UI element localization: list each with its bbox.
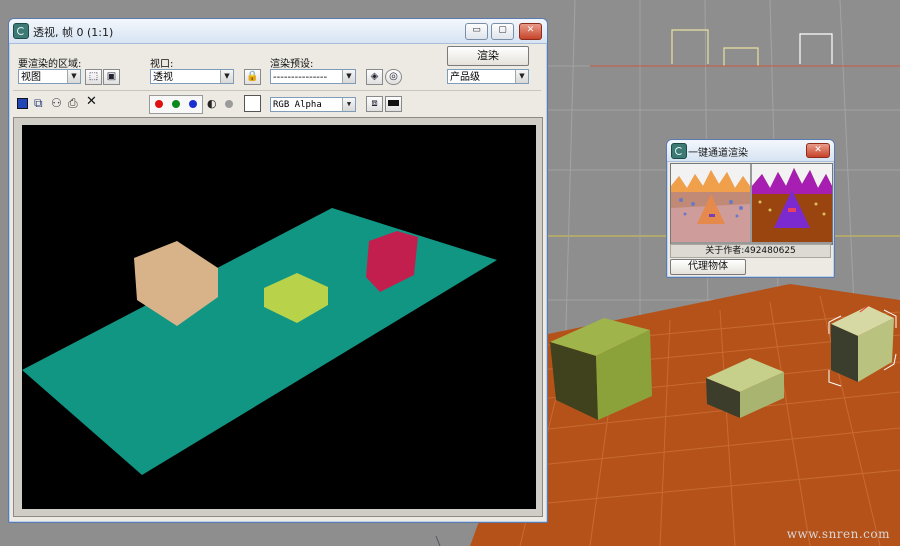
channel-display-dropdown[interactable]: RGB Alpha ▼ (270, 97, 356, 112)
clone-window-icon[interactable]: ⚇ (51, 97, 62, 109)
color-swatch[interactable] (244, 95, 261, 112)
chevron-down-icon: ▼ (220, 70, 233, 83)
plugin-close-button[interactable]: ✕ (806, 143, 830, 158)
clear-image-icon[interactable]: ✕ (86, 95, 97, 109)
preset-dropdown-value: --------------- (273, 72, 328, 83)
viewport-dropdown-value: 透视 (153, 72, 173, 83)
viewport-label: 视口: (150, 59, 174, 70)
area-label: 要渲染的区域: (18, 59, 82, 70)
toggle-ui-icon[interactable] (385, 96, 402, 112)
monochrome-icon[interactable]: ◐ (207, 98, 217, 109)
color-thumbnail[interactable] (671, 164, 750, 242)
chevron-down-icon: ▼ (515, 70, 528, 83)
lock-viewport-icon[interactable]: 🔒 (244, 69, 261, 85)
render-frame-window: 透视, 帧 0 (1:1) ▭ ▢ ✕ 要渲染的区域: 视口: 渲染预设: 渲染… (8, 18, 548, 523)
auto-region-icon[interactable]: ▣ (103, 69, 120, 85)
channel-render-plugin-window: 一键通道渲染 ✕ 关于作者:492480625 代理物体 (666, 139, 835, 278)
channel-thumbnail[interactable] (752, 164, 832, 242)
render-window-titlebar[interactable]: 透视, 帧 0 (1:1) ▭ ▢ ✕ (9, 19, 547, 44)
plugin-titlebar[interactable]: 一键通道渲染 ✕ (667, 140, 834, 162)
alpha-channel-toggle[interactable] (225, 100, 233, 108)
render-output-frame (13, 117, 543, 517)
copy-image-icon[interactable]: ⧉ (34, 97, 43, 109)
about-author-label: 关于作者:492480625 (670, 244, 831, 258)
green-channel-toggle[interactable] (172, 100, 180, 108)
minimize-button[interactable]: ▭ (465, 23, 488, 40)
preset-label: 渲染预设: (270, 59, 314, 70)
preset-dropdown[interactable]: --------------- ▼ (270, 69, 356, 84)
render-setup-icon[interactable]: ◈ (366, 69, 383, 85)
3dsmax-app-icon (671, 143, 687, 159)
channel-display-value: RGB Alpha (273, 100, 322, 110)
site-watermark: www.snren.com (786, 527, 890, 541)
edit-region-icon[interactable]: ⬚ (85, 69, 102, 85)
print-image-icon[interactable]: ⎙ (68, 97, 78, 109)
viewport-dropdown[interactable]: 透视 ▼ (150, 69, 234, 84)
chevron-down-icon: ▼ (67, 70, 80, 83)
maximize-button[interactable]: ▢ (491, 23, 514, 40)
toolbar-divider (13, 90, 541, 91)
render-image[interactable] (22, 125, 536, 509)
red-channel-toggle[interactable] (155, 100, 163, 108)
about-author-text: 关于作者:492480625 (705, 246, 796, 256)
3dsmax-app-icon (13, 23, 29, 39)
proxy-object-button[interactable]: 代理物体 (670, 259, 746, 275)
render-button-label: 渲染 (477, 49, 499, 62)
quality-dropdown[interactable]: 产品级 ▼ (447, 69, 529, 84)
area-dropdown-value: 视图 (21, 72, 41, 83)
plugin-title: 一键通道渲染 (688, 148, 748, 159)
save-image-icon[interactable] (17, 98, 28, 109)
toggle-ui-overlay-icon[interactable]: ⧈ (366, 96, 383, 112)
blue-channel-toggle[interactable] (189, 100, 197, 108)
render-button[interactable]: 渲染 (447, 46, 529, 66)
chevron-down-icon: ▼ (342, 98, 355, 111)
render-window-title: 透视, 帧 0 (1:1) (33, 26, 114, 39)
area-dropdown[interactable]: 视图 ▼ (18, 69, 81, 84)
close-button[interactable]: ✕ (519, 23, 542, 40)
proxy-object-label: 代理物体 (688, 261, 728, 272)
thumbnail-strip (670, 163, 833, 245)
quality-dropdown-value: 产品级 (450, 72, 480, 83)
environment-effects-icon[interactable]: ◎ (385, 69, 402, 85)
chevron-down-icon: ▼ (342, 70, 355, 83)
